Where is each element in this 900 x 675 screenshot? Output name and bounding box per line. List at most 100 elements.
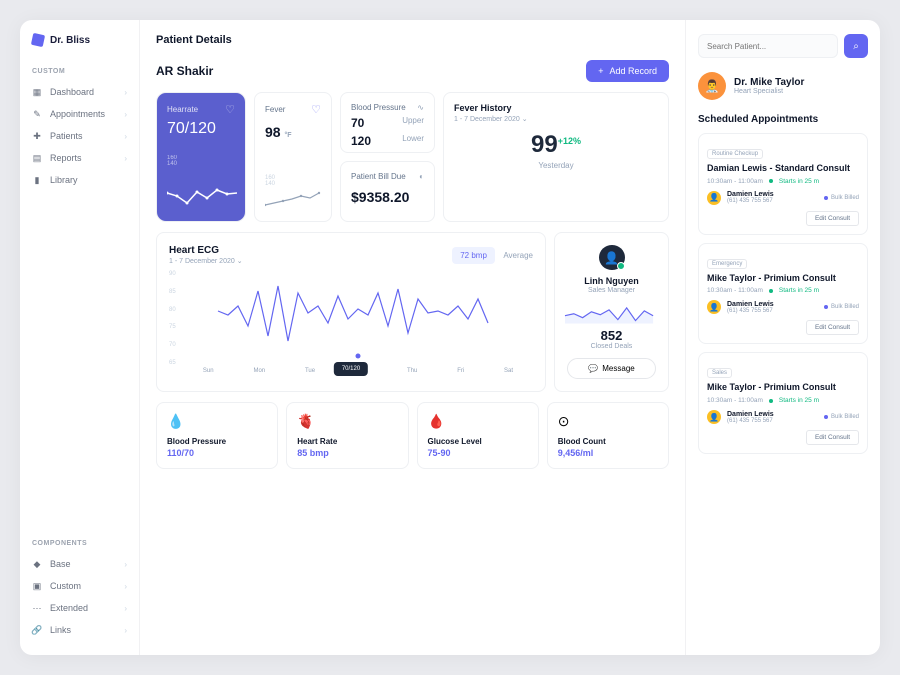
- sidebar-item-extended[interactable]: ⋯Extended›: [20, 597, 139, 619]
- deals-spark: [564, 302, 659, 324]
- chevron-right-icon: ›: [124, 110, 127, 119]
- nav-icon: ✚: [32, 131, 42, 141]
- search-input[interactable]: [698, 34, 838, 58]
- fever-card: Fever ♡ 98 °F 160140: [254, 92, 332, 222]
- ecg-date[interactable]: 1 - 7 December 2020 ⌄: [169, 257, 243, 265]
- person-card: 👤 Linh Nguyen Sales Manager 852 Closed D…: [554, 232, 669, 392]
- section-components-label: COMPONENTS: [20, 532, 139, 553]
- heartrate-card: Hearrate ♡ 70/120 160140: [156, 92, 246, 222]
- heartrate-spark: [167, 183, 237, 211]
- appointment-tag: Routine Checkup: [707, 149, 763, 159]
- nav-icon: ◆: [32, 559, 42, 569]
- appointment-card: Sales Mike Taylor - Primium Consult 10:3…: [698, 352, 868, 454]
- stat-card-blood-pressure: 💧Blood Pressure110/70: [156, 402, 278, 469]
- fever-unit: °F: [284, 132, 291, 139]
- appointment-title: Mike Taylor - Primium Consult: [707, 382, 859, 394]
- sidebar-item-base[interactable]: ◆Base›: [20, 553, 139, 575]
- doctor-role: Heart Specialist: [734, 88, 804, 95]
- sidebar: Dr. Bliss CUSTOM ▦Dashboard›✎Appointment…: [20, 20, 140, 655]
- bulk-billed: Bulk Billed: [824, 414, 859, 420]
- chevron-right-icon: ›: [124, 560, 127, 569]
- right-panel: ⌕ 👨‍⚕️ Dr. Mike Taylor Heart Specialist …: [685, 20, 880, 655]
- sidebar-item-library[interactable]: ▮Library: [20, 169, 139, 191]
- ecg-badge: 72 bmp: [452, 247, 495, 264]
- stat-icon: ⊙: [558, 413, 576, 431]
- doctor-avatar: 👨‍⚕️: [698, 72, 726, 100]
- brand-name: Dr. Bliss: [50, 35, 90, 46]
- bp-label: Blood Pressure: [351, 103, 406, 112]
- doctor-name: Dr. Mike Taylor: [734, 77, 804, 88]
- person-role: Sales Manager: [588, 287, 635, 294]
- person-name: Linh Nguyen: [584, 276, 639, 286]
- ecg-title: Heart ECG: [169, 245, 243, 256]
- sidebar-item-appointments[interactable]: ✎Appointments›: [20, 103, 139, 125]
- bill-label: Patient Bill Due: [351, 172, 406, 181]
- ecg-tooltip: 70/120: [334, 362, 368, 376]
- appointment-title: Mike Taylor - Primium Consult: [707, 273, 859, 285]
- nav-icon: ✎: [32, 109, 42, 119]
- chevron-right-icon: ›: [124, 604, 127, 613]
- section-custom-label: CUSTOM: [20, 60, 139, 81]
- appointment-card: Emergency Mike Taylor - Primium Consult …: [698, 243, 868, 345]
- nav-icon: ▮: [32, 175, 42, 185]
- chevron-right-icon: ›: [124, 132, 127, 141]
- fh-value: 99: [531, 131, 558, 158]
- bp-upper: 70: [351, 116, 364, 130]
- nav-icon: 🔗: [32, 625, 42, 635]
- avatar: 👤: [599, 245, 625, 270]
- appointment-tag: Emergency: [707, 259, 747, 269]
- stat-icon: 🩸: [428, 413, 446, 431]
- fever-value: 98: [265, 124, 281, 140]
- nav-icon: ⋯: [32, 603, 42, 613]
- nav-icon: ▤: [32, 153, 42, 163]
- stat-card-glucose-level: 🩸Glucose Level75-90: [417, 402, 539, 469]
- fever-label: Fever: [265, 105, 285, 114]
- stat-card-heart-rate: 🫀Heart Rate85 bmp: [286, 402, 408, 469]
- fever-spark: [265, 187, 323, 211]
- bulk-billed: Bulk Billed: [824, 304, 859, 310]
- ecg-chart: [169, 271, 533, 361]
- ecg-y-axis: 908580757065: [169, 271, 176, 366]
- sidebar-item-links[interactable]: 🔗Links›: [20, 619, 139, 641]
- plus-icon: +: [598, 66, 603, 76]
- appointment-time: 10:30am - 11:00am Starts in 25 m: [707, 287, 859, 294]
- chevron-right-icon: ›: [124, 626, 127, 635]
- heart-icon: ♡: [311, 103, 321, 116]
- message-button[interactable]: 💬 Message: [567, 358, 656, 379]
- page-title: Patient Details: [156, 34, 232, 46]
- edit-consult-button[interactable]: Edit Consult: [806, 430, 859, 445]
- edit-consult-button[interactable]: Edit Consult: [806, 211, 859, 226]
- deals-value: 852: [601, 328, 623, 343]
- appointment-card: Routine Checkup Damian Lewis - Standard …: [698, 133, 868, 235]
- stat-icon: 🫀: [297, 413, 315, 431]
- logo-icon: [31, 33, 45, 47]
- search-icon: ⌕: [853, 41, 859, 52]
- search-button[interactable]: ⌕: [844, 34, 868, 58]
- chevron-right-icon: ›: [124, 154, 127, 163]
- nav-icon: ▣: [32, 581, 42, 591]
- nav-icon: ▦: [32, 87, 42, 97]
- fh-date[interactable]: 1 - 7 December 2020 ⌄: [454, 115, 658, 123]
- appointment-time: 10:30am - 11:00am Starts in 25 m: [707, 397, 859, 404]
- appointment-avatar: 👤: [707, 410, 721, 424]
- chevron-right-icon: ›: [124, 88, 127, 97]
- sidebar-item-custom[interactable]: ▣Custom›: [20, 575, 139, 597]
- bill-value: $9358.20: [351, 189, 424, 205]
- sidebar-item-dashboard[interactable]: ▦Dashboard›: [20, 81, 139, 103]
- chevron-down-icon: ⌄: [522, 116, 528, 123]
- chevron-down-icon: ⌄: [237, 258, 243, 265]
- fh-label: Fever History: [454, 103, 658, 113]
- add-record-button[interactable]: + Add Record: [586, 60, 669, 82]
- edit-consult-button[interactable]: Edit Consult: [806, 320, 859, 335]
- scheduled-title: Scheduled Appointments: [698, 114, 868, 125]
- heartrate-value: 70/120: [167, 120, 235, 138]
- chevron-right-icon: ›: [124, 582, 127, 591]
- chat-icon: 💬: [588, 364, 598, 373]
- deals-label: Closed Deals: [591, 343, 633, 350]
- bill-card: Patient Bill Due ◐ $9358.20: [340, 161, 435, 222]
- appointment-title: Damian Lewis - Standard Consult: [707, 163, 859, 175]
- sidebar-item-reports[interactable]: ▤Reports›: [20, 147, 139, 169]
- fever-history-card: Fever History 1 - 7 December 2020 ⌄ 99+1…: [443, 92, 669, 222]
- appointment-avatar: 👤: [707, 191, 721, 205]
- sidebar-item-patients[interactable]: ✚Patients›: [20, 125, 139, 147]
